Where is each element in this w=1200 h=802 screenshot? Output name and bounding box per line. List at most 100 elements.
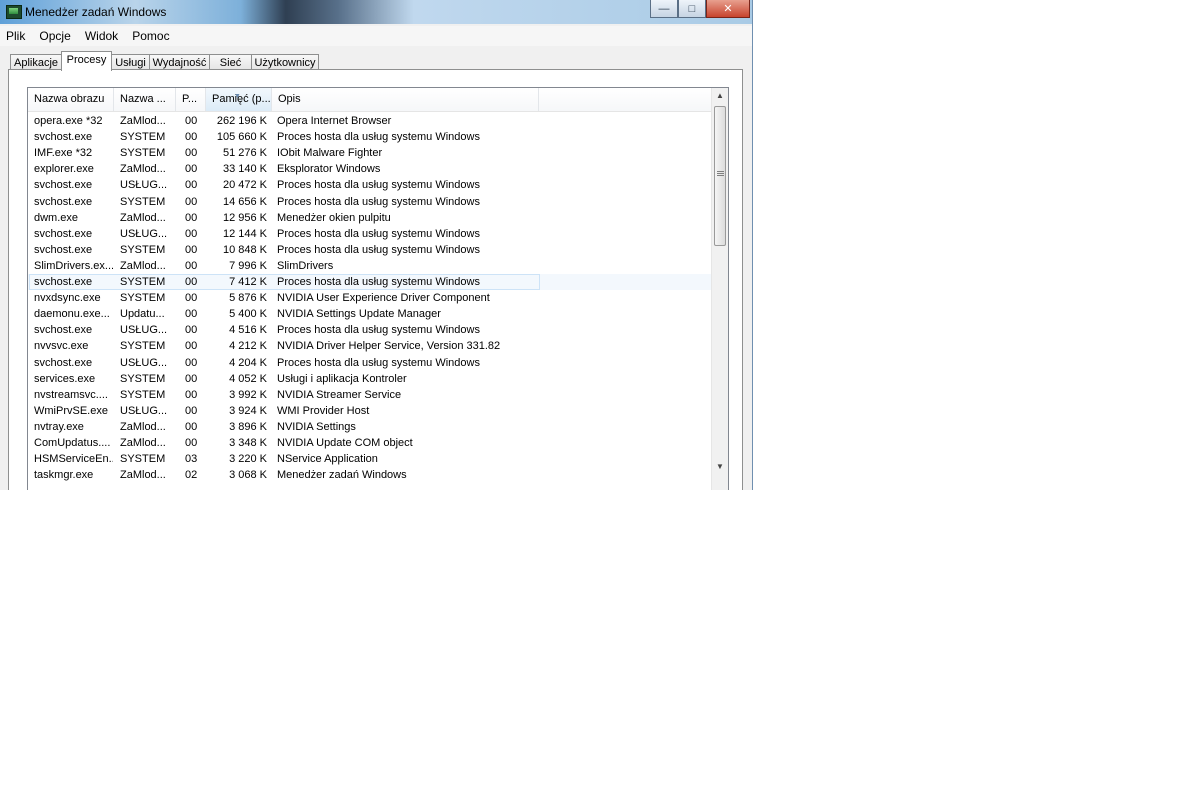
cell-image-name: svchost.exe xyxy=(34,276,93,288)
table-row[interactable]: nvxdsync.exe SYSTEM 00 5 876 K NVIDIA User E… xyxy=(28,290,711,306)
table-row[interactable]: svchost.exe USŁUG... 00 4 516 K Proces hosta… xyxy=(28,322,711,338)
cell-memory: 4 516 K xyxy=(229,324,267,337)
cell-image-name: HSMServiceEn... xyxy=(34,453,113,466)
cell-user-name: USŁUG... xyxy=(120,356,168,369)
cell-user-name: ZaMlod... xyxy=(120,259,166,272)
sort-descending-icon: ▼ xyxy=(234,93,241,100)
table-row[interactable]: svchost.exe USŁUG... 00 12 144 K Proces host… xyxy=(28,226,711,242)
cell-image-name: dwm.exe xyxy=(34,211,79,224)
cell-memory: 262 196 K xyxy=(216,115,267,127)
table-row[interactable]: WmiPrvSE.exe USŁUG... 00 3 924 K WMI Provide… xyxy=(28,403,711,419)
column-image-name[interactable]: Nazwa obrazu xyxy=(28,88,114,111)
tab-processes[interactable]: Procesy xyxy=(61,51,112,71)
cell-description: NVIDIA Streamer Service xyxy=(277,388,402,401)
cell-cpu: 00 xyxy=(185,276,198,288)
maximize-button[interactable]: □ xyxy=(678,0,706,18)
task-manager-app-icon xyxy=(6,5,22,19)
cell-description: NVIDIA Driver Helper Service, Version 33… xyxy=(277,340,501,353)
cell-description: Proces hosta dla usług systemu Windows xyxy=(277,276,480,288)
scroll-down-arrow-icon[interactable]: ▼ xyxy=(712,459,728,475)
table-row[interactable]: svchost.exe USŁUG... 00 20 472 K Proces host… xyxy=(28,177,711,193)
cell-image-name: daemonu.exe... xyxy=(34,308,110,321)
cell-memory: 4 052 K xyxy=(229,372,267,385)
table-row[interactable]: nvtray.exe ZaMlod... 00 3 896 K NVIDIA Setti… xyxy=(28,419,711,435)
column-user-name[interactable]: Nazwa ... xyxy=(114,88,176,111)
table-row[interactable]: HSMServiceEn... SYSTEM 03 3 220 K NService A… xyxy=(28,451,711,467)
table-row[interactable]: svchost.exe SYSTEM 00 14 656 K Proces hosta … xyxy=(28,194,711,210)
cell-image-name: ComUpdatus.... xyxy=(34,437,111,449)
cell-description: Proces hosta dla usług systemu Windows xyxy=(277,324,480,337)
cell-description: Menedżer okien pulpitu xyxy=(277,211,391,224)
cell-image-name: svchost.exe xyxy=(34,195,93,208)
scrollbar-thumb[interactable] xyxy=(714,106,726,246)
cell-memory: 10 848 K xyxy=(222,243,267,256)
cell-description: Proces hosta dla usług systemu Windows xyxy=(277,195,480,208)
cell-cpu: 00 xyxy=(185,147,198,160)
table-row[interactable]: nvstreamsvc.... SYSTEM 00 3 992 K NVIDIA Str… xyxy=(28,387,711,403)
table-row[interactable]: svchost.exe USŁUG... 00 4 204 K Proces hosta… xyxy=(28,355,711,371)
cell-description: NService Application xyxy=(277,453,378,466)
cell-cpu: 00 xyxy=(185,115,198,127)
table-row[interactable]: svchost.exe SYSTEM 00 7 412 K Proces hosta d… xyxy=(28,274,711,290)
cell-cpu: 00 xyxy=(185,227,198,240)
cell-memory: 5 876 K xyxy=(229,292,267,305)
cell-description: Proces hosta dla usług systemu Windows xyxy=(277,356,480,369)
cell-description: Menedżer zadań Windows xyxy=(277,469,407,482)
process-list[interactable]: Nazwa obrazu Nazwa ... P... ▼ Pamięć (p.… xyxy=(27,87,729,490)
cell-image-name: SlimDrivers.ex... xyxy=(34,259,113,272)
column-memory-label: Pamięć (p... xyxy=(212,93,271,105)
column-memory[interactable]: ▼ Pamięć (p... xyxy=(206,88,272,111)
title-bar[interactable]: Menedżer zadań Windows — □ ✕ xyxy=(0,0,752,24)
cell-image-name: svchost.exe xyxy=(34,243,93,256)
table-row[interactable]: svchost.exe SYSTEM 00 10 848 K Proces hosta … xyxy=(28,242,711,258)
cell-memory: 12 956 K xyxy=(222,211,267,224)
cell-image-name: svchost.exe xyxy=(34,179,93,192)
table-row[interactable]: dwm.exe ZaMlod... 00 12 956 K Menedżer okien… xyxy=(28,210,711,226)
table-row[interactable]: taskmgr.exe ZaMlod... 02 3 068 K Menedżer za… xyxy=(28,467,711,483)
cell-description: Proces hosta dla usług systemu Windows xyxy=(277,179,480,192)
cell-description: WMI Provider Host xyxy=(277,404,370,417)
table-row[interactable]: opera.exe *32 ZaMlod... 00 262 196 K Opera I… xyxy=(28,113,711,129)
cell-description: SlimDrivers xyxy=(277,259,334,272)
cell-image-name: svchost.exe xyxy=(34,324,93,337)
cell-memory: 3 220 K xyxy=(229,453,267,466)
menu-file[interactable]: Plik xyxy=(0,26,30,43)
cell-memory: 5 400 K xyxy=(229,308,267,321)
cell-image-name: WmiPrvSE.exe xyxy=(34,404,108,417)
cell-cpu: 00 xyxy=(185,340,198,353)
table-row[interactable]: svchost.exe SYSTEM 00 105 660 K Proces hosta… xyxy=(28,129,711,145)
cell-memory: 3 896 K xyxy=(229,420,267,433)
table-row[interactable]: services.exe SYSTEM 00 4 052 K Usługi i apli… xyxy=(28,371,711,387)
menu-help[interactable]: Pomoc xyxy=(126,26,174,43)
column-description[interactable]: Opis xyxy=(272,88,539,111)
scroll-up-arrow-icon[interactable]: ▲ xyxy=(712,88,728,104)
cell-cpu: 00 xyxy=(185,292,198,305)
cell-user-name: SYSTEM xyxy=(120,147,166,160)
table-row[interactable]: IMF.exe *32 SYSTEM 00 51 276 K IObit Malware… xyxy=(28,145,711,161)
task-manager-window: Menedżer zadań Windows — □ ✕ Plik Opcje … xyxy=(0,0,753,490)
table-row[interactable]: SlimDrivers.ex... ZaMlod... 00 7 996 K SlimD… xyxy=(28,258,711,274)
cell-cpu: 02 xyxy=(185,469,198,482)
cell-memory: 20 472 K xyxy=(222,179,267,192)
grip-icon xyxy=(717,171,724,177)
cell-memory: 51 276 K xyxy=(222,147,267,160)
table-row[interactable]: daemonu.exe... Updatu... 00 5 400 K NVIDIA S… xyxy=(28,306,711,322)
cell-user-name: SYSTEM xyxy=(120,195,166,208)
menu-view[interactable]: Widok xyxy=(79,26,123,43)
cell-cpu: 00 xyxy=(185,437,198,449)
menu-options[interactable]: Opcje xyxy=(33,26,75,43)
table-row[interactable]: nvvsvc.exe SYSTEM 00 4 212 K NVIDIA Driver H… xyxy=(28,338,711,354)
cell-memory: 3 068 K xyxy=(229,469,267,482)
table-row[interactable]: ComUpdatus.... ZaMlod... 00 3 348 K NVIDIA U… xyxy=(28,435,711,451)
cell-image-name: svchost.exe xyxy=(34,356,93,369)
close-button[interactable]: ✕ xyxy=(706,0,750,18)
menu-bar: Plik Opcje Widok Pomoc xyxy=(0,26,752,46)
cell-cpu: 00 xyxy=(185,372,198,385)
minimize-button[interactable]: — xyxy=(650,0,678,18)
cell-user-name: ZaMlod... xyxy=(120,115,166,127)
column-cpu[interactable]: P... xyxy=(176,88,206,111)
table-row[interactable]: explorer.exe ZaMlod... 00 33 140 K Eksplorat… xyxy=(28,161,711,177)
column-header-row: Nazwa obrazu Nazwa ... P... ▼ Pamięć (p.… xyxy=(28,88,711,112)
cell-cpu: 03 xyxy=(185,453,198,466)
vertical-scrollbar[interactable]: ▲ ▼ xyxy=(711,88,728,490)
